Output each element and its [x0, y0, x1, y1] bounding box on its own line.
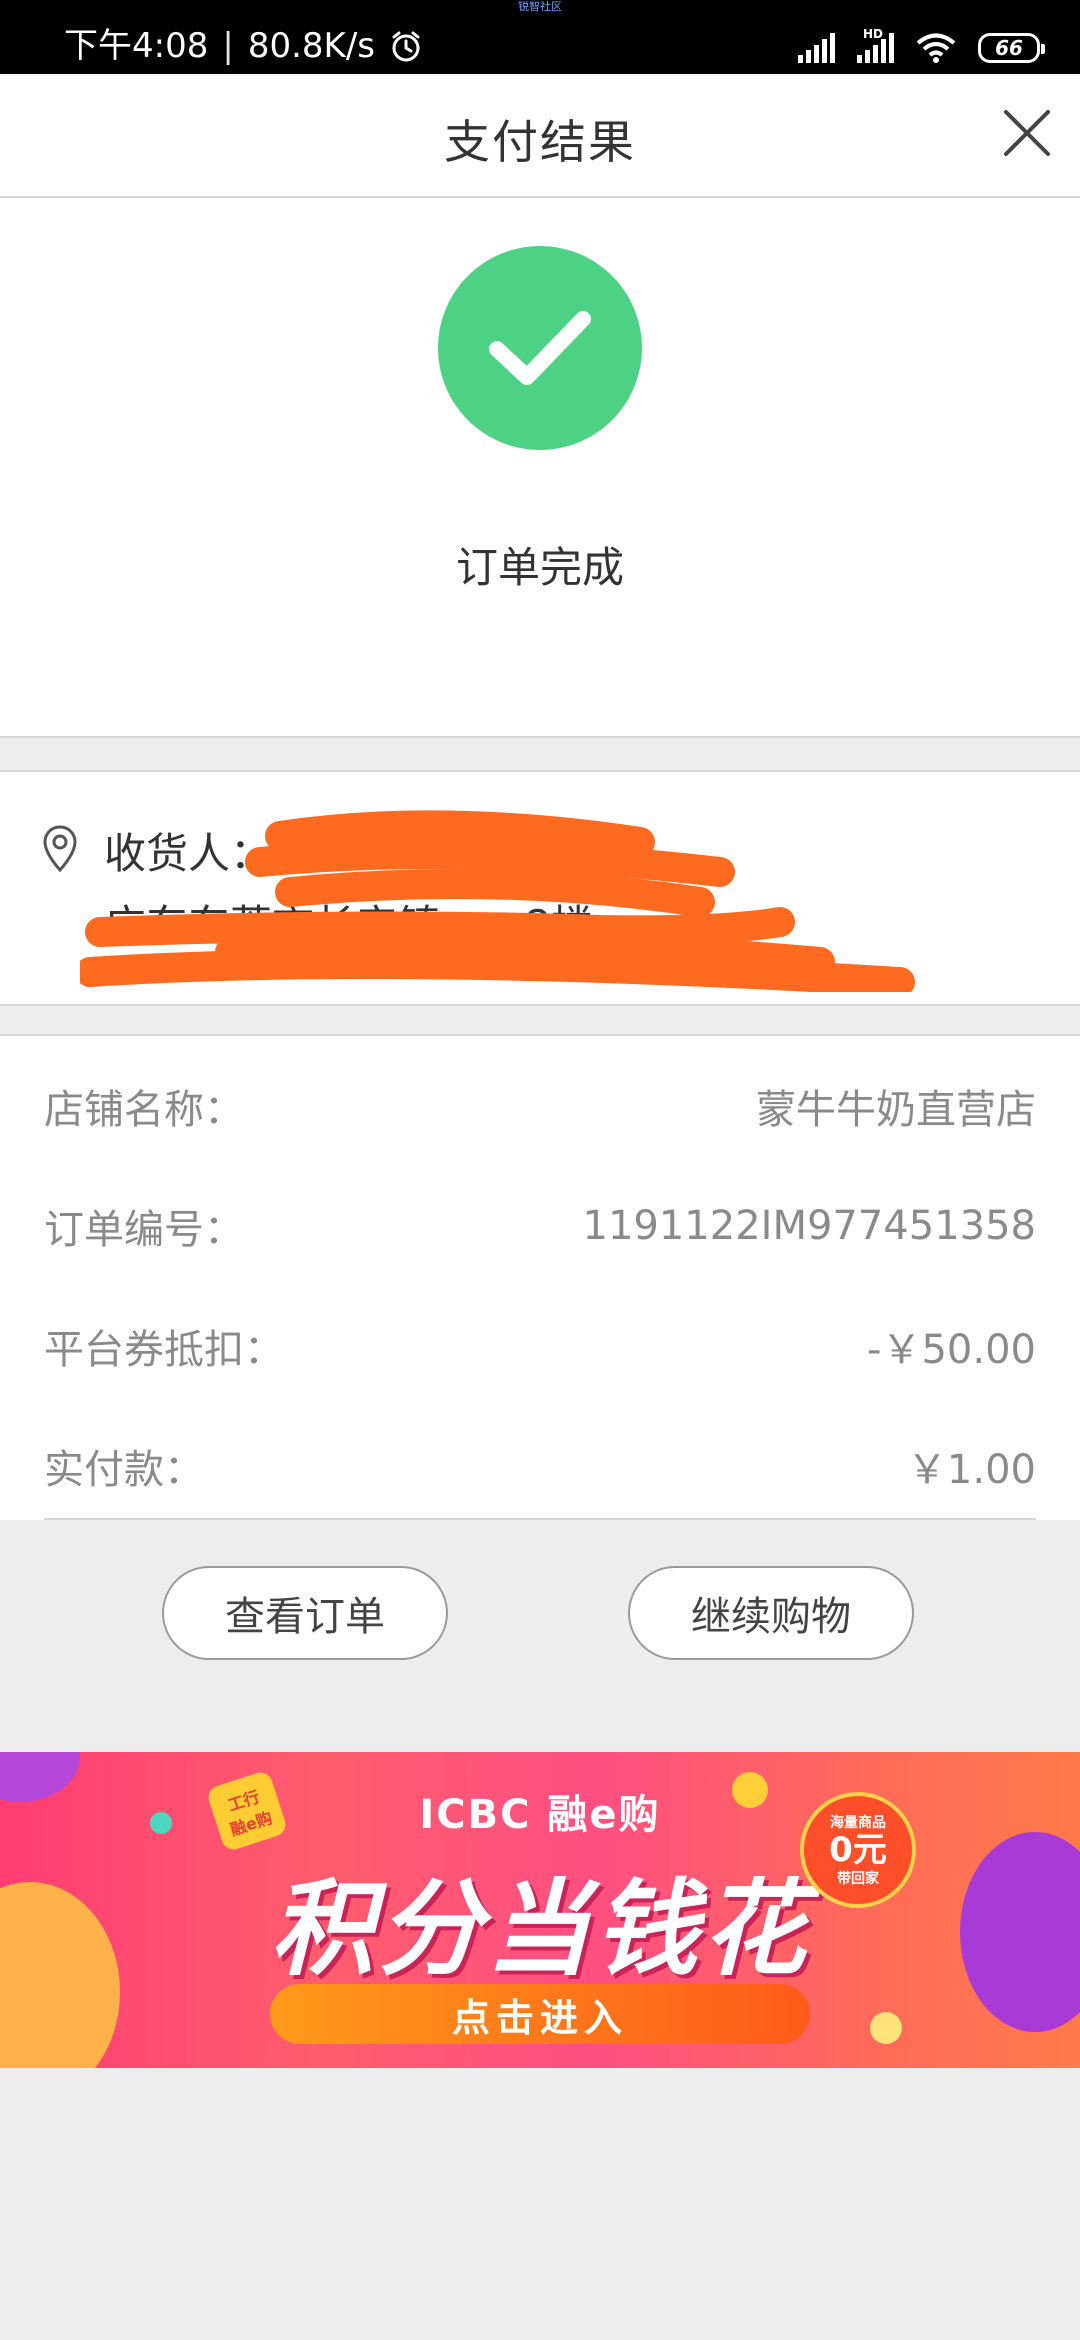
coupon-label: 平台券抵扣： [44, 1327, 284, 1373]
info-row-paid: 实付款： ￥1.00 [44, 1436, 1036, 1496]
decor-coin [870, 2012, 902, 2044]
info-row-shop: 店铺名称： 蒙牛牛奶直营店 [44, 1076, 1036, 1136]
alarm-icon [392, 31, 420, 62]
page-title: 支付结果 [444, 115, 636, 169]
battery-level: 66 [995, 36, 1023, 60]
order-number-label: 订单编号： [44, 1207, 244, 1253]
badge-line2: 0元 [829, 1830, 887, 1870]
divider [44, 1518, 1036, 1520]
close-icon[interactable] [996, 102, 1058, 164]
location-pin-icon [43, 825, 77, 873]
page-header: 支付结果 [0, 74, 1080, 198]
hd-label: HD [863, 27, 884, 41]
order-info-card: 店铺名称： 蒙牛牛奶直营店 订单编号： 1191122IM977451358 平… [0, 1034, 1080, 1520]
banner-headline: 积分当钱花 [269, 1868, 810, 1990]
network-speed: 80.8K/s [247, 26, 375, 66]
signal-icon [798, 33, 835, 63]
paid-label: 实付款： [44, 1447, 204, 1493]
info-row-order-number: 订单编号： 1191122IM977451358 [44, 1196, 1036, 1256]
payment-result-card: 订单完成 [0, 198, 1080, 738]
free-badge: 海量商品 0元 带回家 [800, 1792, 916, 1908]
order-number-value: 1191122IM977451358 [582, 1203, 1037, 1249]
status-separator: | [222, 26, 234, 66]
badge-line1: 海量商品 [830, 1815, 886, 1831]
paid-value: ￥1.00 [906, 1447, 1036, 1493]
status-time: 下午4:08 [64, 26, 209, 66]
signal-hd-icon: HD [857, 27, 894, 63]
success-check-icon [438, 246, 642, 450]
wifi-icon [916, 33, 956, 63]
shop-name-value: 蒙牛牛奶直营店 [756, 1087, 1036, 1133]
view-order-button[interactable]: 查看订单 [162, 1566, 448, 1660]
continue-shopping-button[interactable]: 继续购物 [628, 1566, 914, 1660]
banner-cta-button[interactable]: 点击进入 [270, 1984, 810, 2044]
status-top-label: 锐智社区 [518, 0, 562, 13]
status-bar: 锐智社区 下午4:08 | 80.8K/s HD 66 [0, 0, 1080, 74]
redaction-scribble [80, 810, 915, 992]
shop-name-label: 店铺名称： [44, 1087, 244, 1133]
badge-line3: 带回家 [837, 1871, 879, 1887]
banner-brand: ICBC 融e购 [419, 1792, 661, 1838]
shipping-address-card: 收货人： 广东东莞市长安镇……8楼 [0, 770, 1080, 1006]
battery-icon: 66 [978, 33, 1045, 63]
info-row-coupon: 平台券抵扣： -￥50.00 [44, 1316, 1036, 1376]
promo-banner[interactable]: 工行 融e购 ICBC 融e购 积分当钱花 海量商品 0元 带回家 点击进入 [0, 1752, 1080, 2068]
coupon-value: -￥50.00 [867, 1327, 1036, 1373]
order-status-text: 订单完成 [455, 543, 624, 592]
